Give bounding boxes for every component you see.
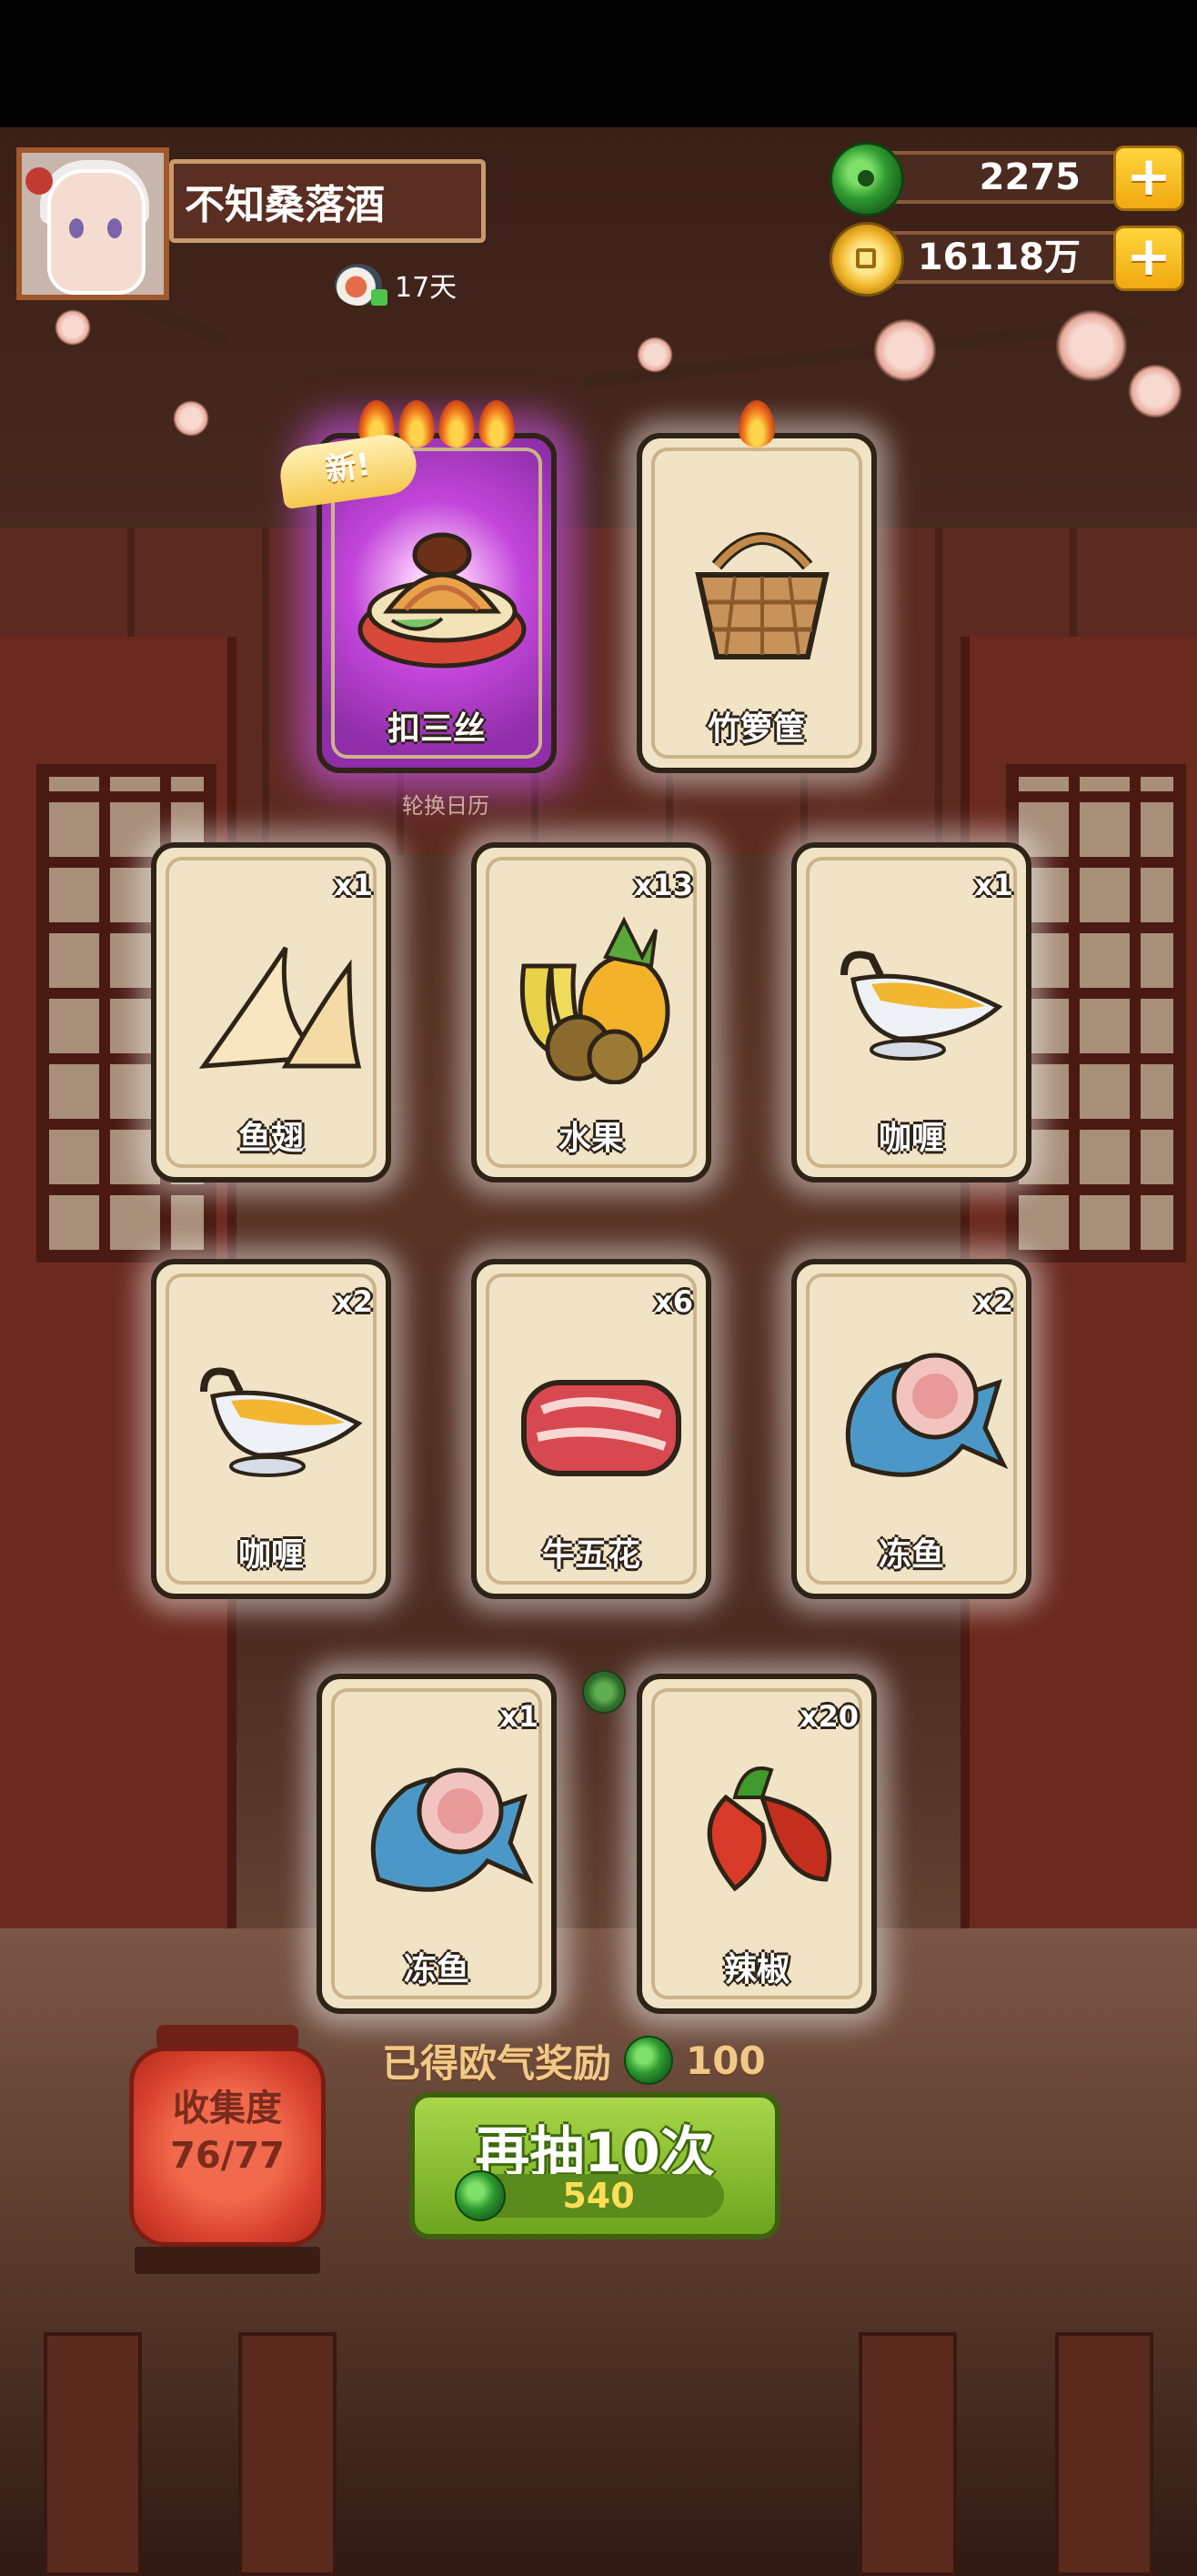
login-days: 17天 [335,260,457,309]
reward-row: 已得欧气奖励 100 [382,2030,766,2090]
draw-cost-value: 540 [562,2176,635,2216]
card-count: x1 [974,868,1013,902]
add-jade-button[interactable]: + [1113,146,1184,211]
card-count: x2 [334,1284,373,1319]
rarity-flames [642,400,871,448]
jade-amount: 2275 [866,151,1148,204]
card-count: x1 [334,868,373,902]
card-count: x1 [499,1699,538,1734]
coin-currency: 16118万 + [830,222,1184,297]
draw-cost: 540 [455,2170,724,2221]
draw-card-10[interactable]: x20 辣椒 [637,1674,877,2014]
basket-icon [695,532,830,659]
card-count: x13 [633,868,693,902]
rotation-calendar-link[interactable]: 轮换日历 [0,788,1044,820]
draw-card-9[interactable]: x1 冻鱼 [317,1674,557,2014]
collection-progress: 76/77 [170,2135,285,2177]
jade-icon [830,142,904,216]
collection-label: 收集度 [173,2088,282,2129]
dish-icon [357,532,527,669]
sushi-icon [335,264,387,306]
jade-currency: 2275 + [830,142,1184,216]
card-label: 牛五花 [541,1536,640,1574]
flame-icon [438,400,475,448]
card-label: 扣三丝 [387,710,486,748]
player-name: 不知桑落酒 [169,159,486,243]
collection-lantern[interactable]: 收集度 76/77 [129,2025,326,2285]
curry-icon [200,1367,363,1477]
draw-card-3[interactable]: x1 鱼翅 [151,842,391,1182]
card-count: x6 [654,1284,693,1319]
coin-icon [830,222,904,297]
card-count: x2 [974,1284,1013,1319]
card-label: 咖喱 [237,1536,304,1574]
login-days-label: 17天 [395,272,458,304]
coin-amount: 16118万 [866,231,1148,284]
card-label: 水果 [558,1120,624,1157]
player-avatar[interactable] [16,147,169,300]
draw-card-4[interactable]: x13 水果 [471,842,711,1182]
draw-card-8[interactable]: x2 冻鱼 [791,1259,1031,1599]
card-label: 冻鱼 [878,1536,944,1574]
card-label: 咖喱 [878,1120,944,1157]
card-label: 辣椒 [723,1951,790,1988]
card-count: x20 [799,1699,859,1734]
draw-card-7[interactable]: x6 牛五花 [471,1259,711,1599]
flame-icon [478,400,515,448]
add-coins-button[interactable]: + [1113,226,1184,291]
card-label: 鱼翅 [237,1120,304,1157]
card-label: 冻鱼 [403,1951,469,1988]
fish-icon [845,1353,1008,1477]
draw-again-button[interactable]: 再抽10次 540 [409,2092,780,2239]
reward-label: 已得欧气奖励 [382,2040,612,2086]
reward-amount: 100 [686,2038,766,2083]
jade-icon [624,2036,674,2085]
draw-card-2[interactable]: 竹箩筐 [637,400,877,773]
card-label: 竹箩筐 [707,710,806,748]
curry-icon [840,951,1003,1061]
fruit-icon [519,916,670,1084]
draw-card-5[interactable]: x1 咖喱 [791,842,1031,1182]
status-bar [0,0,1197,127]
fish-icon [370,1767,533,1892]
flame-icon [739,400,775,448]
jade-bead-icon [582,1670,626,1714]
jade-icon [455,2170,506,2221]
draw-card-1[interactable]: 新! 扣三丝 [277,400,557,773]
draw-card-6[interactable]: x2 咖喱 [151,1259,391,1599]
fin-icon [198,946,362,1069]
chili-icon [707,1766,832,1892]
beef-icon [521,1380,681,1476]
